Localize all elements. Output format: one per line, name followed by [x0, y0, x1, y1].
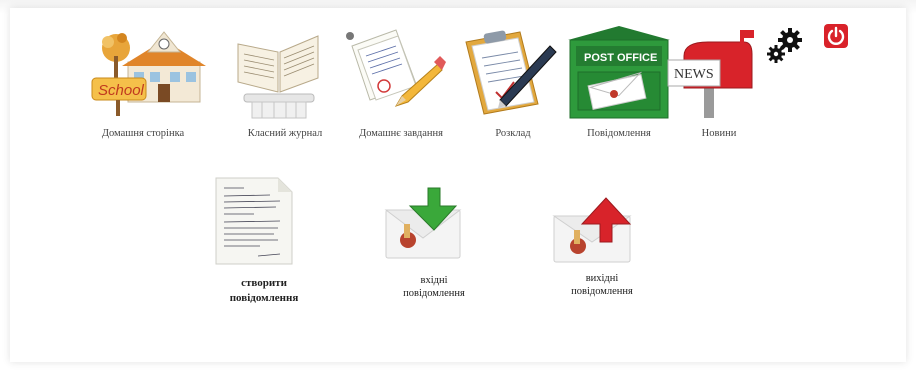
- post-office-text: POST OFFICE: [584, 52, 657, 64]
- post-office-mailbox-icon: POST OFFICE: [568, 26, 670, 119]
- nav-class-journal-label: Класний журнал: [247, 128, 323, 139]
- nav-homework[interactable]: Домашнє завдання: [346, 26, 456, 146]
- nav-class-journal[interactable]: Класний журнал: [230, 26, 340, 146]
- nav-news-label: Новини: [701, 128, 737, 139]
- gears-icon: [767, 28, 802, 63]
- create-message-label-line1: створити: [241, 277, 287, 289]
- news-text: NEWS: [674, 67, 714, 82]
- clipboard-pen-icon: [465, 30, 557, 115]
- inbox-label-line1: вхідні: [420, 275, 448, 286]
- nav-schedule[interactable]: Розклад: [458, 26, 568, 146]
- handwritten-letter-icon: [215, 177, 293, 265]
- inbox-label-line2: повідомлення: [403, 288, 465, 299]
- create-message-button[interactable]: створити повідомлення: [214, 174, 298, 304]
- outbox-label: вихідні повідомлення: [532, 272, 672, 298]
- settings-button[interactable]: [766, 28, 806, 64]
- nav-home[interactable]: School Домашня сторінка: [88, 26, 206, 146]
- school-house-icon: School: [91, 31, 206, 116]
- outbox-label-line2: повідомлення: [571, 286, 633, 297]
- news-mailbox-icon: NEWS: [667, 30, 754, 118]
- school-sign-text: School: [98, 82, 145, 99]
- nav-news[interactable]: NEWS Новини: [664, 26, 774, 146]
- homework-pencil-icon: [346, 29, 446, 107]
- inbox-button[interactable]: вхідні повідомлення: [384, 186, 465, 306]
- outbox-label-line1: вихідні: [585, 273, 619, 284]
- create-message-label-line2: повідомлення: [229, 292, 299, 304]
- nav-homework-label: Домашнє завдання: [359, 128, 443, 139]
- outbox-envelope-icon: [552, 197, 632, 263]
- inbox-label: вхідні повідомлення: [364, 274, 504, 300]
- open-book-icon: [237, 35, 319, 119]
- inbox-envelope-icon: [384, 187, 462, 259]
- outbox-button[interactable]: вихідні повідомлення: [552, 196, 633, 306]
- create-message-label: створити повідомлення: [194, 276, 334, 306]
- logout-button[interactable]: [824, 24, 848, 48]
- power-icon: [824, 24, 848, 48]
- nav-home-label: Домашня сторінка: [101, 128, 185, 139]
- app-frame: School Домашня сторінка Класний журнал Д…: [0, 0, 916, 370]
